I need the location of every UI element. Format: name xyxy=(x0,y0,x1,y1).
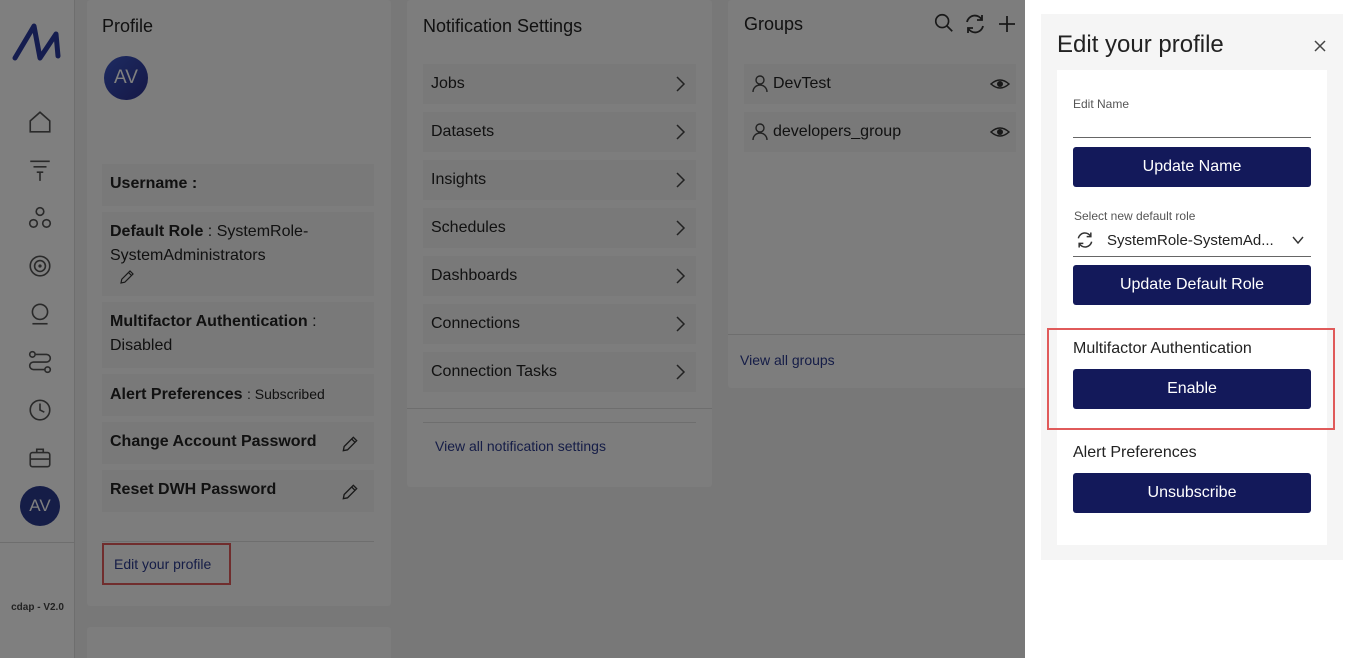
refresh-icon xyxy=(1077,232,1093,248)
unsubscribe-button[interactable]: Unsubscribe xyxy=(1073,473,1311,513)
edit-name-input[interactable] xyxy=(1073,110,1311,138)
chevron-down-icon xyxy=(1292,236,1304,245)
update-name-button[interactable]: Update Name xyxy=(1073,147,1311,187)
mfa-heading: Multifactor Authentication xyxy=(1073,340,1252,357)
enable-mfa-button[interactable]: Enable xyxy=(1073,369,1311,409)
drawer-form: Edit Name Update Name Select new default… xyxy=(1047,70,1335,545)
close-icon[interactable] xyxy=(1312,38,1328,54)
edit-name-label: Edit Name xyxy=(1073,97,1130,111)
role-select[interactable]: SystemRole-SystemAd... xyxy=(1073,224,1311,257)
update-default-role-button[interactable]: Update Default Role xyxy=(1073,265,1311,305)
role-select-value: SystemRole-SystemAd... xyxy=(1107,231,1274,249)
drawer-container: Edit your profile Edit Name Update Name … xyxy=(1041,14,1343,560)
alert-preferences-heading: Alert Preferences xyxy=(1073,444,1197,461)
role-select-label: Select new default role xyxy=(1074,209,1196,223)
edit-profile-drawer: Edit your profile Edit Name Update Name … xyxy=(1025,0,1365,658)
drawer-title: Edit your profile xyxy=(1057,31,1224,58)
